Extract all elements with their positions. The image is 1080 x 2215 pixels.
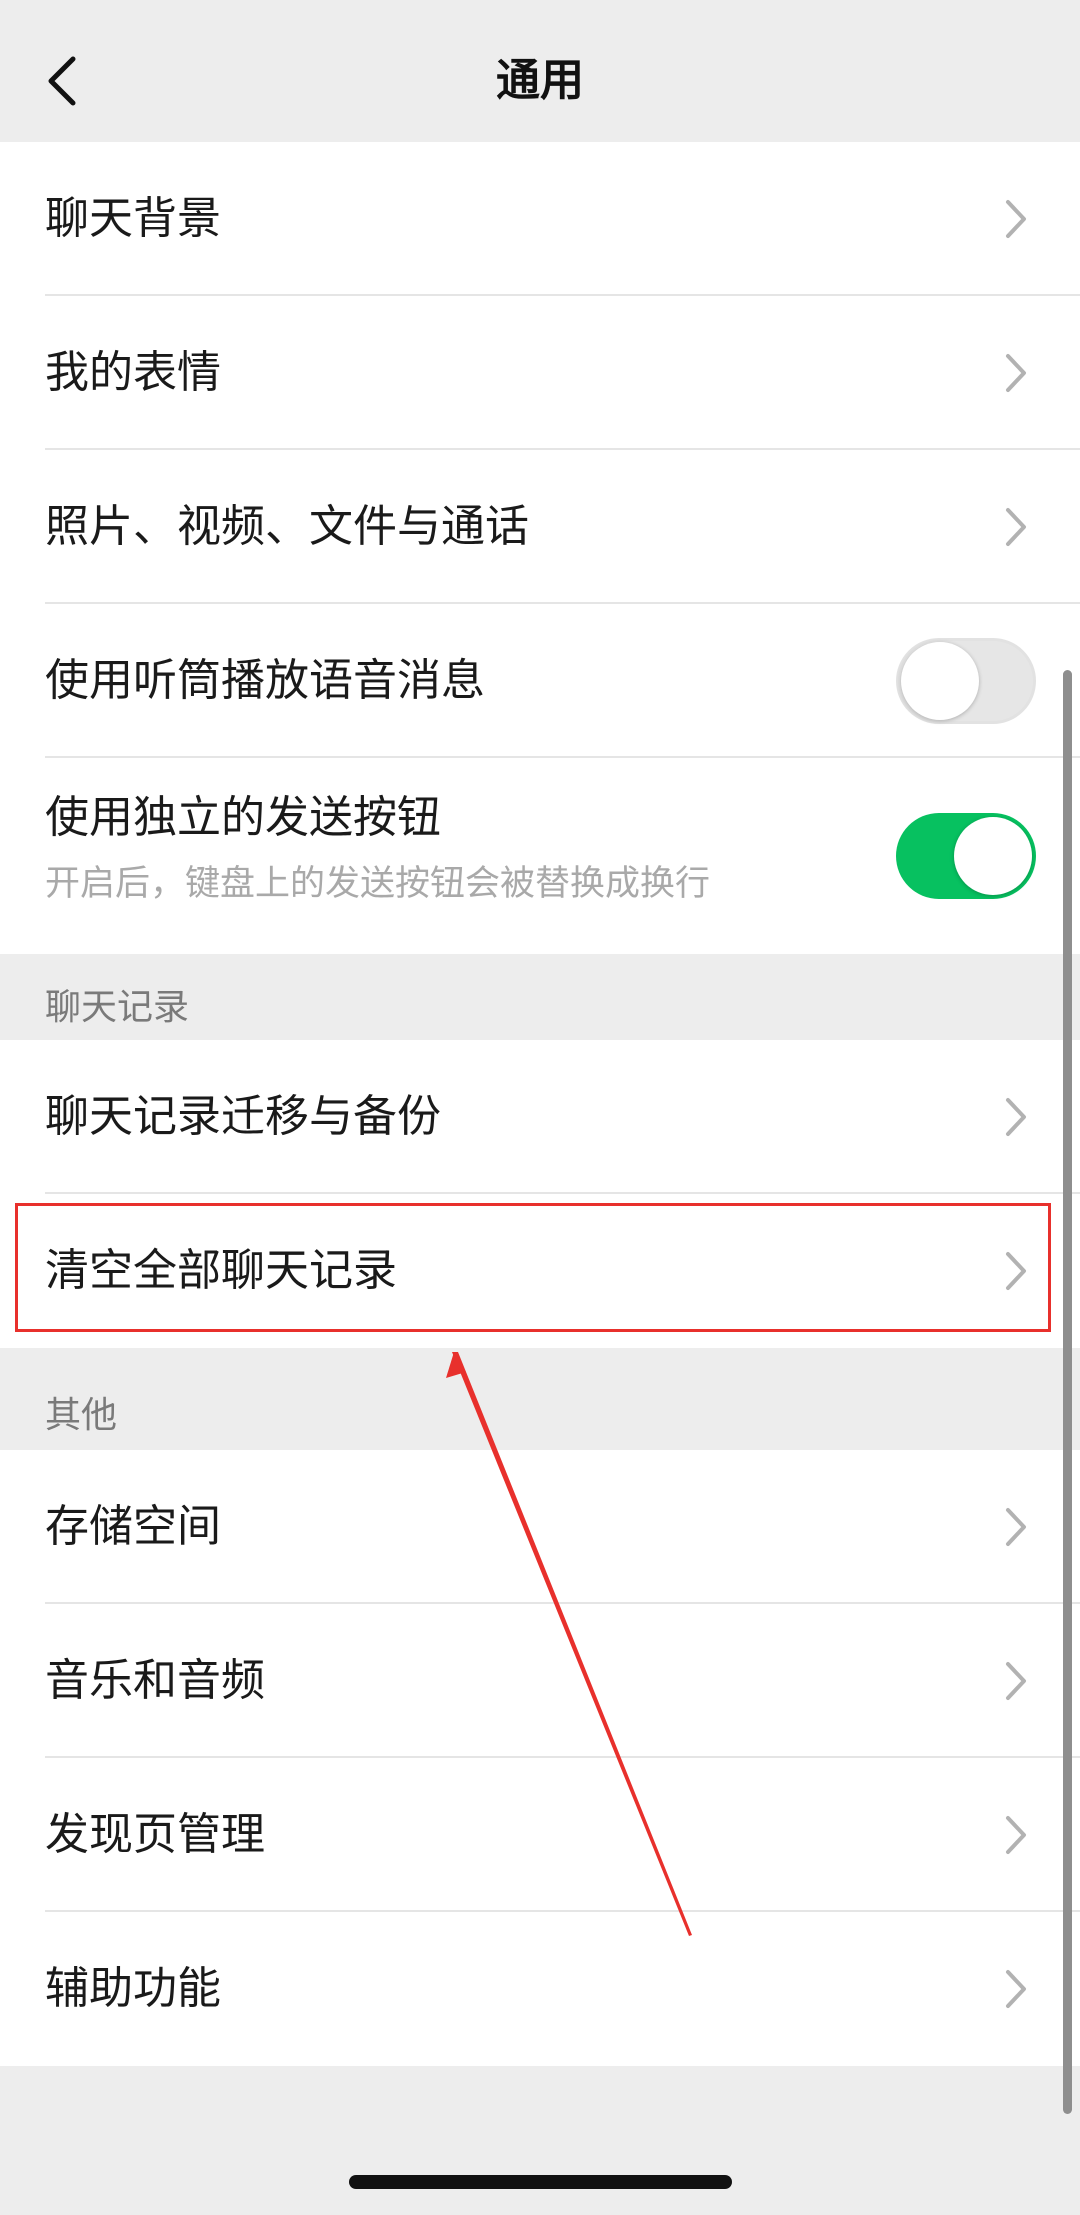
settings-item-label: 聊天记录迁移与备份 — [45, 1091, 441, 1142]
toggle-knob — [954, 817, 1032, 895]
settings-item-label: 发现页管理 — [45, 1809, 265, 1860]
settings-item-label: 音乐和音频 — [45, 1655, 265, 1706]
settings-group-general: 聊天背景 我的表情 照片、视频、文件与通话 使用听筒播放语音消息 使用独立的发送… — [0, 142, 1080, 954]
chevron-right-icon — [1006, 1816, 1026, 1854]
settings-item-discover-management[interactable]: 发现页管理 — [0, 1758, 1080, 1912]
settings-item-storage[interactable]: 存储空间 — [0, 1450, 1080, 1604]
chevron-right-icon — [1006, 1252, 1026, 1290]
settings-item-label: 清空全部聊天记录 — [45, 1245, 397, 1296]
settings-item-label: 聊天背景 — [45, 193, 221, 244]
settings-item-chat-background[interactable]: 聊天背景 — [0, 142, 1080, 296]
chevron-right-icon — [1006, 1662, 1026, 1700]
settings-group-chat-history: 聊天记录迁移与备份 清空全部聊天记录 — [0, 1040, 1080, 1348]
chevron-right-icon — [1006, 200, 1026, 238]
settings-item-label: 存储空间 — [45, 1501, 221, 1552]
settings-item-my-stickers[interactable]: 我的表情 — [0, 296, 1080, 450]
settings-item-earpiece-voice: 使用听筒播放语音消息 — [0, 604, 1080, 758]
settings-item-label: 使用独立的发送按钮 — [45, 792, 441, 843]
settings-general-page: 通用 聊天背景 我的表情 照片、视频、文件与通话 使用听筒播放语音消息 使用独立… — [0, 0, 1080, 2215]
separate-send-button-toggle[interactable] — [896, 813, 1036, 899]
earpiece-voice-toggle[interactable] — [896, 638, 1036, 724]
chevron-right-icon — [1006, 508, 1026, 546]
settings-item-photos-videos-files-calls[interactable]: 照片、视频、文件与通话 — [0, 450, 1080, 604]
chevron-right-icon — [1006, 354, 1026, 392]
chevron-right-icon — [1006, 1508, 1026, 1546]
settings-item-separate-send-button: 使用独立的发送按钮 开启后，键盘上的发送按钮会被替换成换行 — [0, 758, 1080, 954]
settings-item-label: 辅助功能 — [45, 1963, 221, 2014]
settings-item-label: 使用听筒播放语音消息 — [45, 655, 485, 706]
page-title: 通用 — [496, 55, 584, 106]
settings-item-clear-all-chat-history[interactable]: 清空全部聊天记录 — [0, 1194, 1080, 1348]
section-header-chat-history: 聊天记录 — [45, 987, 190, 1028]
chevron-right-icon — [1006, 1098, 1026, 1136]
settings-item-chat-migrate-backup[interactable]: 聊天记录迁移与备份 — [0, 1040, 1080, 1194]
chevron-right-icon — [1006, 1970, 1026, 2008]
settings-item-label: 我的表情 — [45, 347, 221, 398]
settings-item-description: 开启后，键盘上的发送按钮会被替换成换行 — [45, 864, 711, 904]
navigation-bar: 通用 — [0, 0, 1080, 142]
settings-item-accessibility[interactable]: 辅助功能 — [0, 1912, 1080, 2066]
section-header-other: 其他 — [45, 1395, 118, 1436]
settings-item-music-audio[interactable]: 音乐和音频 — [0, 1604, 1080, 1758]
settings-group-other: 存储空间 音乐和音频 发现页管理 辅助功能 — [0, 1450, 1080, 2066]
home-indicator[interactable] — [349, 2175, 732, 2189]
scrollbar[interactable] — [1063, 670, 1072, 2114]
toggle-knob — [901, 642, 979, 720]
chevron-left-icon — [48, 56, 76, 106]
back-button[interactable] — [34, 46, 90, 116]
settings-item-label: 照片、视频、文件与通话 — [45, 501, 529, 552]
